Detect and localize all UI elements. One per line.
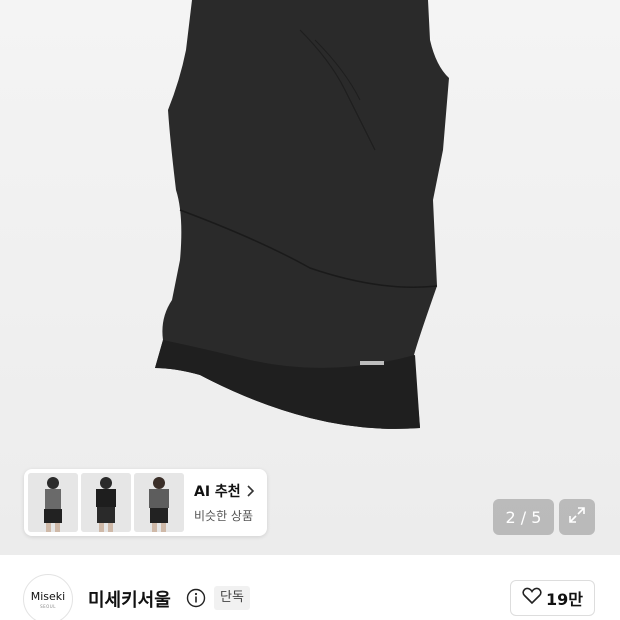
expand-button[interactable] [559, 499, 595, 535]
heart-icon [522, 587, 542, 609]
image-pager: 2 / 5 [493, 499, 554, 535]
like-button[interactable]: 19만 [510, 580, 595, 616]
brand-logo-text: Miseki [30, 590, 66, 603]
ai-recommend-text: AI 추천 비슷한 상품 [194, 481, 255, 524]
expand-icon [567, 505, 587, 529]
info-icon[interactable] [186, 588, 206, 608]
exclusive-badge: 단독 [214, 586, 250, 610]
thumbnail-model-3 [134, 473, 184, 532]
ai-recommend-title: AI 추천 [194, 484, 241, 500]
ai-thumbnails [28, 473, 184, 532]
ai-recommendation-card[interactable]: AI 추천 비슷한 상품 [24, 469, 267, 536]
ai-title-row: AI 추천 [194, 481, 255, 501]
chevron-right-icon [245, 482, 255, 501]
thumbnail-model-1 [28, 473, 78, 532]
product-detail-screen: AI 추천 비슷한 상품 2 / 5 Miseki SEOUL 미세키서울 단독… [0, 0, 620, 620]
ai-recommend-subtitle: 비슷한 상품 [194, 509, 254, 523]
like-count: 19만 [546, 590, 583, 609]
brand-logo-subtext: SEOUL [40, 604, 56, 609]
thumbnail-model-2 [81, 473, 131, 532]
brand-logo[interactable]: Miseki SEOUL [23, 574, 73, 620]
brand-name[interactable]: 미세키서울 [88, 586, 171, 612]
